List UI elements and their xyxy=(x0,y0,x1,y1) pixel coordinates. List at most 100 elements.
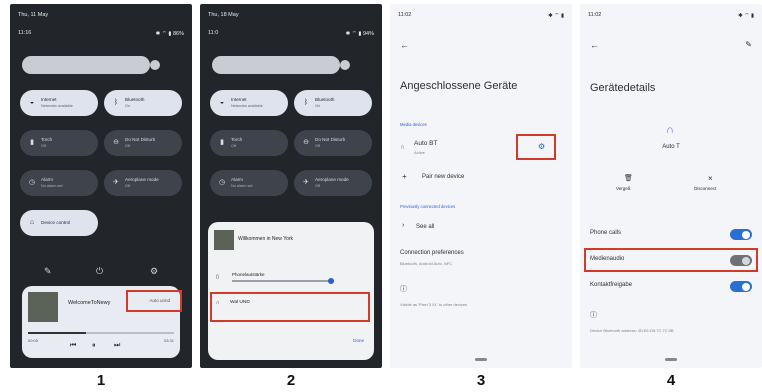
home-icon: ⌂ xyxy=(29,219,35,226)
page-title: Gerätedetails xyxy=(590,82,656,94)
step-label-4: 4 xyxy=(666,372,676,389)
tile-alarm[interactable]: ◷ Alarm No alarm set xyxy=(20,170,98,196)
phone-calls-label: Phone calls xyxy=(590,230,622,236)
status-row: 11:16 ✱ ⌔ ▮ 86% xyxy=(18,30,184,40)
pair-new-device[interactable]: Pair new device xyxy=(422,174,464,180)
plus-icon: + xyxy=(402,172,407,181)
info-icon: ⓘ xyxy=(590,312,597,319)
highlight-cast-button xyxy=(126,290,182,312)
panel-1-quick-settings: Thu, 11 May 11:16 ✱ ⌔ ▮ 86% ◒ Internet Ne… xyxy=(10,4,192,368)
tile-torch[interactable]: ▮ Torch Off xyxy=(210,130,288,156)
tile-aeroplane[interactable]: ✈ Aeroplane mode Off xyxy=(104,170,182,196)
device-auto-bt[interactable]: Auto BT xyxy=(414,140,437,147)
battery-text: ✱ ⌔ ▮ 94% xyxy=(345,31,374,37)
device-name: Auto T xyxy=(662,144,680,150)
section-previous-devices: Previously connected devices xyxy=(400,204,456,209)
nav-handle[interactable] xyxy=(665,358,677,361)
tile-bluetooth[interactable]: ᛒ Bluetooth On xyxy=(104,90,182,116)
connection-preferences-sub: Bluetooth, Android Auto, NFC xyxy=(400,261,453,266)
media-time-end: 03:31 xyxy=(163,338,174,343)
edit-icon[interactable]: ✎ xyxy=(745,40,752,49)
phone-icon: ▯ xyxy=(216,274,219,280)
forget-button[interactable]: Vergeß xyxy=(616,186,631,191)
time-text: 11:02 xyxy=(398,12,412,18)
tile-dnd[interactable]: ⊖ Do Not Disturb Off xyxy=(104,130,182,156)
next-icon[interactable]: ⏭ xyxy=(114,342,120,350)
tile-internet[interactable]: ◒ Internet Networks available xyxy=(20,90,98,116)
panel-4-device-details: 11:02 ✱ ⌔ ▮ ← ✎ Gerätedetails ∩ Auto T 🗑… xyxy=(580,4,762,368)
bluetooth-icon: ᛒ xyxy=(303,99,309,106)
dnd-icon: ⊖ xyxy=(303,139,309,146)
disconnect-button[interactable]: Disconnect xyxy=(694,186,716,191)
album-art xyxy=(214,230,234,250)
step-label-3: 3 xyxy=(476,372,486,389)
wifi-icon: ◒ xyxy=(219,99,225,106)
status-row: 11:0 ✱ ⌔ ▮ 94% xyxy=(208,30,374,40)
device-status: Active xyxy=(414,150,425,155)
chevron-right-icon: › xyxy=(402,222,405,229)
power-icon[interactable]: ⏻ xyxy=(96,266,103,277)
bluetooth-address: Device Bluetooth address: 4D:B1:D5:7C:7C… xyxy=(590,328,674,333)
status-bar: Thu, 18 May xyxy=(208,12,374,22)
done-button[interactable]: Done xyxy=(353,338,364,343)
panel-3-connected-devices: 11:02 ✱ ⌔ ▮ ← Angeschlossene Geräte Medi… xyxy=(390,4,572,368)
volume-label: Phonelautstärke xyxy=(232,272,265,277)
settings-icon[interactable]: ⚙ xyxy=(150,266,158,277)
tile-device-control[interactable]: ⌂ Device control xyxy=(20,210,98,236)
visibility-note: Visible as 'Pixel 3 XL' to other devices xyxy=(400,302,468,307)
status-bar: 11:02 ✱ ⌔ ▮ xyxy=(588,12,754,22)
battery-text: ✱ ⌔ ▮ 86% xyxy=(155,31,184,37)
brightness-slider[interactable] xyxy=(22,56,160,74)
brightness-slider[interactable] xyxy=(212,56,350,74)
album-art xyxy=(28,292,58,322)
time-text: 11:16 xyxy=(18,30,32,36)
headphones-icon: ∩ xyxy=(666,124,674,136)
date-text: Thu, 18 May xyxy=(208,12,239,18)
step-label-1: 1 xyxy=(96,372,106,389)
tile-bluetooth[interactable]: ᛒ Bluetooth On xyxy=(294,90,372,116)
torch-icon: ▮ xyxy=(30,139,34,146)
previous-icon[interactable]: ⏮ xyxy=(70,342,76,350)
volume-slider[interactable] xyxy=(232,278,334,284)
tile-dnd[interactable]: ⊖ Do Not Disturb Off xyxy=(294,130,372,156)
status-icons: ✱ ⌔ ▮ xyxy=(548,13,564,19)
time-text: 11:0 xyxy=(208,30,219,36)
info-icon: ⓘ xyxy=(400,286,407,293)
pause-icon[interactable]: ⏸ xyxy=(92,342,96,350)
trash-icon: 🗑 xyxy=(624,175,633,182)
aeroplane-icon: ✈ xyxy=(303,179,309,186)
date-text: Thu, 11 May xyxy=(18,12,49,18)
edit-icon[interactable]: ✎ xyxy=(44,266,52,277)
nav-handle[interactable] xyxy=(475,358,487,361)
tile-alarm[interactable]: ◷ Alarm No alarm set xyxy=(210,170,288,196)
panel-2-media-output: Thu, 18 May 11:0 ✱ ⌔ ▮ 94% ◒ Internet Net… xyxy=(200,4,382,368)
torch-icon: ▮ xyxy=(220,139,224,146)
headphones-icon: ∩ xyxy=(400,144,406,151)
status-bar: Thu, 11 May xyxy=(18,12,184,22)
media-title: WelcomeToNewy xyxy=(68,300,111,306)
see-all[interactable]: See all xyxy=(416,224,434,230)
media-output-dialog: Willkommen in New York ▯ Phonelautstärke… xyxy=(208,222,374,360)
section-media-devices: Media devices xyxy=(400,122,427,127)
tutorial-composite: { "panel1": { "date": "Thu, 11 May", "ti… xyxy=(0,0,762,392)
highlight-media-audio xyxy=(584,248,758,272)
highlight-output-device xyxy=(210,292,370,322)
back-arrow-icon[interactable]: ← xyxy=(400,40,409,50)
highlight-device-settings xyxy=(516,134,556,160)
status-bar: 11:02 ✱ ⌔ ▮ xyxy=(398,12,564,22)
media-title: Willkommen in New York xyxy=(238,236,294,242)
step-label-2: 2 xyxy=(286,372,296,389)
media-progress[interactable] xyxy=(28,332,174,334)
back-arrow-icon[interactable]: ← xyxy=(590,40,599,50)
contacts-toggle[interactable] xyxy=(730,281,752,292)
wifi-icon: ◒ xyxy=(29,99,35,106)
aeroplane-icon: ✈ xyxy=(113,179,119,186)
connection-preferences[interactable]: Connection preferences xyxy=(400,250,464,256)
tile-internet[interactable]: ◒ Internet Networks available xyxy=(210,90,288,116)
page-title: Angeschlossene Geräte xyxy=(400,80,518,92)
tile-aeroplane[interactable]: ✈ Aeroplane mode Off xyxy=(294,170,372,196)
phone-calls-toggle[interactable] xyxy=(730,229,752,240)
tile-torch[interactable]: ▮ Torch Off xyxy=(20,130,98,156)
alarm-icon: ◷ xyxy=(28,179,36,186)
dnd-icon: ⊖ xyxy=(113,139,119,146)
